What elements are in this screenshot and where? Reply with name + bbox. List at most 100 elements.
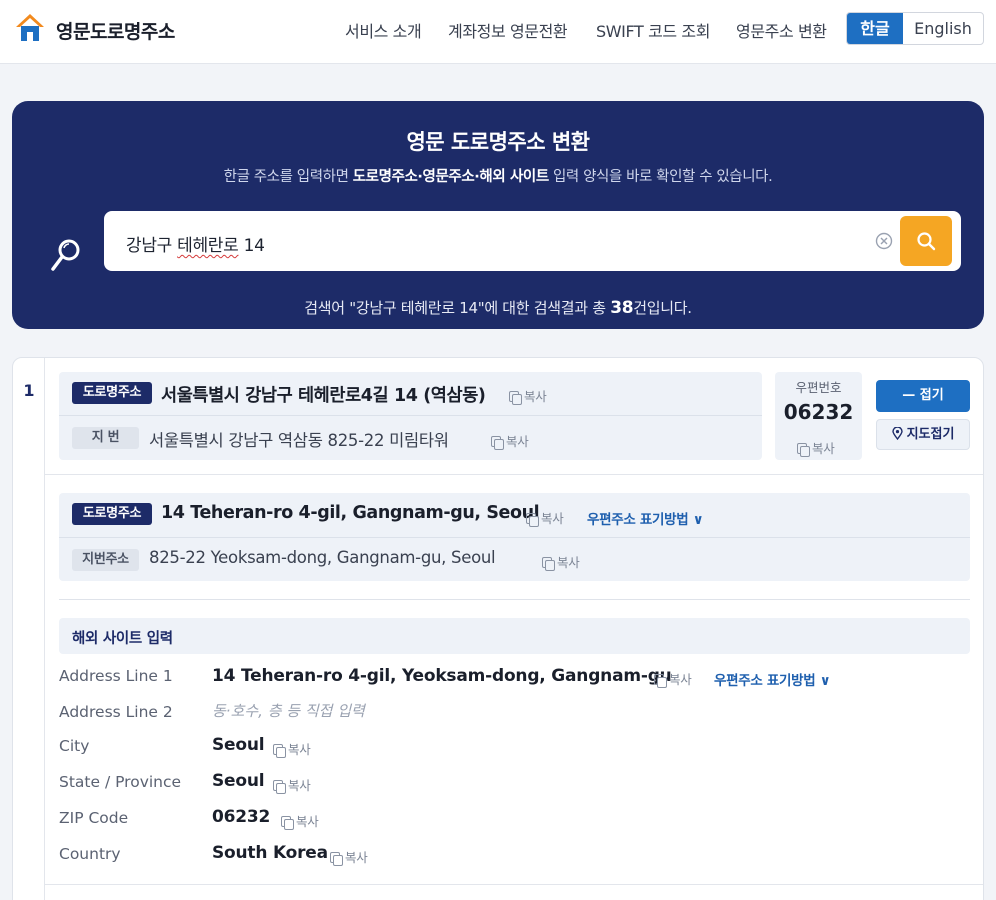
- jibun-address-korean: 서울특별시 강남구 역삼동 825-22 미림타워: [149, 431, 449, 450]
- copy-state-button[interactable]: 복사: [273, 775, 311, 794]
- query-text-2: 테헤란로: [177, 236, 239, 256]
- road-address-korean: 서울특별시 강남구 테헤란로4길 14 (역삼동): [161, 386, 486, 406]
- nav-swift-code[interactable]: SWIFT 코드 조회: [596, 18, 710, 42]
- field-placeholder-address-line-2[interactable]: 동·호수, 층 등 직접 입력: [212, 700, 365, 721]
- copy-address-line-1-button[interactable]: 복사: [654, 669, 692, 688]
- zip-code-box: 우편번호 06232 복사: [775, 372, 862, 460]
- field-value-city: Seoul: [212, 735, 265, 755]
- copy-icon: [654, 674, 667, 688]
- field-label-state: State / Province: [59, 773, 182, 791]
- copy-jibun-en-button[interactable]: 복사: [542, 552, 580, 571]
- copy-label: 복사: [669, 672, 692, 687]
- hero-sub-text-end: 입력 양식을 바로 확인할 수 있습니다.: [548, 169, 773, 185]
- copy-label: 복사: [288, 742, 311, 757]
- copy-icon: [797, 443, 810, 457]
- fold-button[interactable]: — 접기: [876, 380, 970, 412]
- field-value-country: South Korea: [212, 843, 328, 863]
- field-label-zip: ZIP Code: [59, 809, 129, 827]
- copy-zip-button[interactable]: 복사: [797, 438, 835, 457]
- jibun-address-en-tag: 지번주소: [72, 549, 139, 571]
- hero-sub-text: 한글 주소를 입력하면: [223, 169, 353, 185]
- field-value-state: Seoul: [212, 771, 265, 791]
- home-logo-icon[interactable]: [14, 12, 46, 44]
- field-label-city: City: [59, 737, 90, 755]
- result-count-post: 건입니다.: [633, 299, 692, 317]
- copy-icon: [509, 391, 522, 405]
- copy-label: 복사: [812, 441, 835, 456]
- search-hero: 영문 도로명주소 변환 한글 주소를 입력하면 도로명주소·영문주소·해외 사이…: [12, 101, 984, 329]
- divider: [59, 415, 762, 416]
- copy-zip-field-button[interactable]: 복사: [281, 811, 319, 830]
- map-fold-button[interactable]: 지도접기: [876, 419, 970, 450]
- road-address-en-tag: 도로명주소: [72, 503, 152, 525]
- divider: [59, 599, 970, 600]
- copy-icon: [542, 557, 555, 571]
- copy-label: 복사: [288, 778, 311, 793]
- hero-sub-bold: 도로명주소·영문주소·해외 사이트: [352, 169, 549, 185]
- search-input[interactable]: 강남구 테헤란로 14: [104, 211, 961, 271]
- field-value-address-line-1: 14 Teheran-ro 4-gil, Yeoksam-dong, Gangn…: [212, 666, 672, 686]
- jibun-tag: 지 번: [72, 427, 139, 449]
- field-value-zip: 06232: [212, 807, 271, 827]
- query-text-1: 강남구: [126, 236, 178, 256]
- language-toggle: 한글 English: [846, 12, 984, 45]
- field-label-address-line-1: Address Line 1: [59, 667, 173, 685]
- copy-label: 복사: [345, 850, 368, 865]
- result-count-pre: 검색어 "강남구 테헤란로 14"에 대한 검색결과 총: [304, 299, 611, 317]
- field-label-country: Country: [59, 845, 121, 863]
- hero-subtitle: 한글 주소를 입력하면 도로명주소·영문주소·해외 사이트 입력 양식을 바로 …: [12, 165, 984, 186]
- copy-jibun-kr-button[interactable]: 복사: [491, 431, 529, 450]
- top-header: 영문도로명주소 서비스 소개 계좌정보 영문전환 SWIFT 코드 조회 영문주…: [0, 0, 996, 64]
- copy-country-button[interactable]: 복사: [330, 847, 368, 866]
- overseas-section-header: 해외 사이트 입력: [59, 618, 970, 654]
- hero-title: 영문 도로명주소 변환: [406, 130, 590, 154]
- copy-label: 복사: [541, 511, 564, 526]
- nav-account-convert[interactable]: 계좌정보 영문전환: [448, 18, 568, 42]
- copy-city-button[interactable]: 복사: [273, 739, 311, 758]
- zip-code-value: 06232: [783, 400, 854, 424]
- magnifier-icon: [51, 239, 80, 271]
- korean-address-box: 도로명주소 서울특별시 강남구 테헤란로4길 14 (역삼동) 복사 지 번 서…: [59, 372, 762, 460]
- copy-icon: [330, 852, 343, 866]
- copy-icon: [491, 436, 504, 450]
- result-index: 1: [23, 381, 35, 400]
- copy-label: 복사: [506, 434, 529, 449]
- english-address-box: 도로명주소 14 Teheran-ro 4-gil, Gangnam-gu, S…: [59, 493, 970, 581]
- zip-label: 우편번호: [795, 380, 842, 395]
- postal-format-link[interactable]: 우편주소 표기방법 ∨: [587, 508, 704, 528]
- jibun-address-english: 825-22 Yeoksam-dong, Gangnam-gu, Seoul: [149, 548, 496, 567]
- clear-icon[interactable]: [875, 232, 893, 250]
- overseas-section-title: 해외 사이트 입력: [72, 631, 173, 647]
- search-button[interactable]: [900, 216, 952, 266]
- result-count-text: 검색어 "강남구 테헤란로 14"에 대한 검색결과 총 38건입니다.: [12, 297, 984, 318]
- search-query[interactable]: 강남구 테헤란로 14: [126, 231, 265, 256]
- nav-english-address[interactable]: 영문주소 변환: [736, 18, 827, 42]
- nav-service-intro[interactable]: 서비스 소개: [345, 18, 422, 42]
- copy-label: 복사: [524, 389, 547, 404]
- road-address-tag: 도로명주소: [72, 382, 152, 404]
- query-text-3: 14: [238, 236, 265, 256]
- divider: [59, 537, 970, 538]
- divider: [45, 474, 983, 475]
- postal-format-link-2[interactable]: 우편주소 표기방법 ∨: [714, 669, 831, 689]
- copy-road-kr-button[interactable]: 복사: [509, 386, 547, 405]
- copy-icon: [273, 744, 286, 758]
- result-count-number: 38: [610, 298, 634, 318]
- divider: [45, 884, 983, 885]
- result-index-column: 1: [13, 358, 45, 900]
- copy-road-en-button[interactable]: 복사: [526, 508, 564, 527]
- field-label-address-line-2: Address Line 2: [59, 703, 173, 721]
- copy-label: 복사: [557, 555, 580, 570]
- copy-label: 복사: [296, 814, 319, 829]
- search-icon: [917, 232, 936, 251]
- location-pin-icon: [891, 426, 903, 441]
- lang-korean-button[interactable]: 한글: [847, 13, 903, 44]
- copy-icon: [281, 816, 294, 830]
- result-card: 1 도로명주소 서울특별시 강남구 테헤란로4길 14 (역삼동) 복사 지 번…: [12, 357, 984, 900]
- road-address-english: 14 Teheran-ro 4-gil, Gangnam-gu, Seoul: [161, 503, 540, 523]
- brand-name[interactable]: 영문도로명주소: [56, 17, 175, 44]
- copy-icon: [273, 780, 286, 794]
- map-fold-label: 지도접기: [906, 427, 955, 442]
- copy-icon: [526, 513, 539, 527]
- lang-english-button[interactable]: English: [903, 13, 983, 44]
